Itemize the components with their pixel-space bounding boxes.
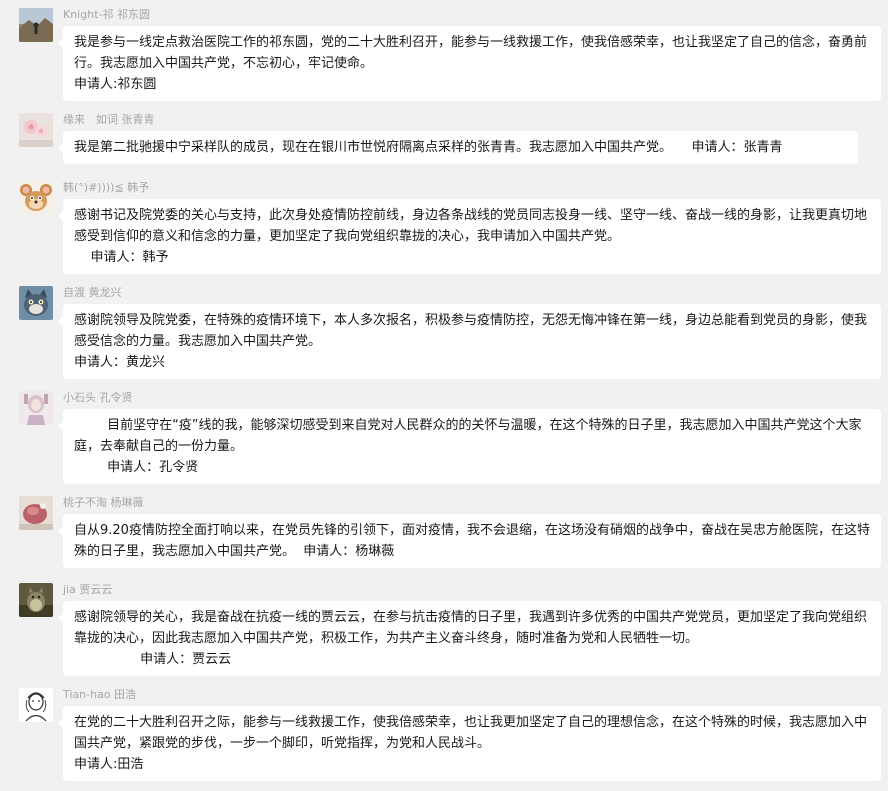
avatar-dessert-photo: [19, 496, 53, 530]
message-bubble[interactable]: 我是参与一线定点救治医院工作的祁东圆，党的二十大胜利召开，能参与一线救援工作，使…: [58, 26, 881, 101]
avatar-totoro-photo: [19, 583, 53, 617]
avatar[interactable]: [19, 113, 53, 147]
avatar[interactable]: [19, 391, 53, 425]
chat-message-list: Knight-祁 祁东圆 我是参与一线定点救治医院工作的祁东圆，党的二十大胜利召…: [0, 0, 888, 791]
sender-name: 桃子不淘 杨琳薇: [63, 496, 144, 509]
avatar[interactable]: [19, 688, 53, 722]
avatar[interactable]: [19, 583, 53, 617]
avatar-sketch-portrait: [19, 688, 53, 722]
sender-name: 小石头 孔令贤: [63, 391, 133, 404]
sender-name: jia 贾云云: [63, 583, 113, 596]
avatar[interactable]: [19, 181, 53, 215]
avatar-mountain-photo: [19, 8, 53, 42]
sender-name: 自渡 黄龙兴: [63, 286, 122, 299]
avatar[interactable]: [19, 8, 53, 42]
avatar-cartoon-mouse: [19, 181, 53, 215]
sender-name: 韩(°)#))))≦ 韩予: [63, 181, 150, 194]
message-bubble[interactable]: 自从9.20疫情防控全面打响以来，在党员先锋的引领下，面对疫情，我不会退缩，在这…: [58, 514, 881, 568]
avatar[interactable]: [19, 286, 53, 320]
message-bubble[interactable]: 感谢书记及院党委的关心与支持，此次身处疫情防控前线，身边各条战线的党员同志投身一…: [58, 199, 881, 274]
message-bubble[interactable]: 在党的二十大胜利召开之际，能参与一线救援工作，使我倍感荣幸，也让我更加坚定了自己…: [58, 706, 881, 781]
sender-name: Tian-hao 田浩: [63, 688, 137, 701]
avatar-girl-photo: [19, 391, 53, 425]
sender-name: Knight-祁 祁东圆: [63, 8, 150, 21]
message-bubble[interactable]: 感谢院领导及院党委，在特殊的疫情环境下，本人多次报名，积极参与疫情防控，无怨无悔…: [58, 304, 881, 379]
sender-name: 缘来 如词 张青青: [63, 113, 155, 126]
message-bubble[interactable]: 我是第二批驰援中宁采样队的成员，现在在银川市世悦府隔离点采样的张青青。我志愿加入…: [58, 131, 858, 164]
avatar-cartoon-cat: [19, 286, 53, 320]
message-bubble[interactable]: 目前坚守在“疫”线的我，能够深切感受到来自党对人民群众的的关怀与温暖，在这个特殊…: [58, 409, 881, 484]
avatar-flower-photo: [19, 113, 53, 147]
message-bubble[interactable]: 感谢院领导的关心，我是奋战在抗疫一线的贾云云，在参与抗击疫情的日子里，我遇到许多…: [58, 601, 881, 676]
avatar[interactable]: [19, 496, 53, 530]
